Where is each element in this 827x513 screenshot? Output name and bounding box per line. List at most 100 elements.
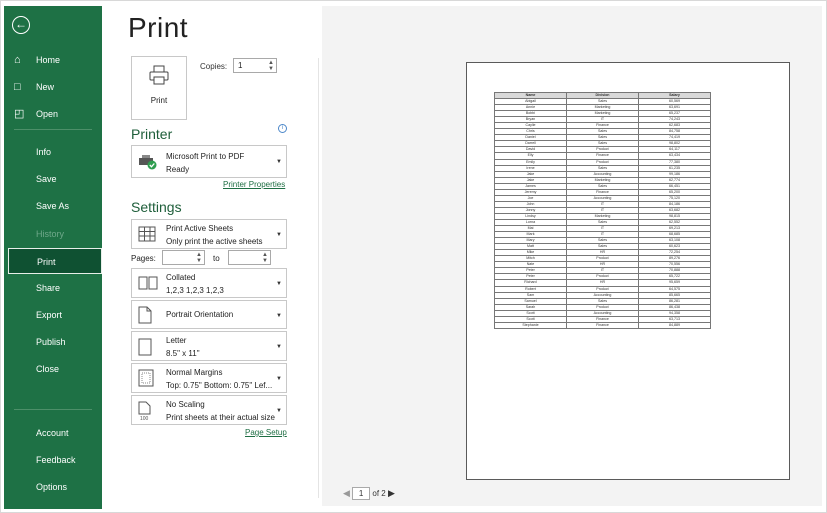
backstage-sidebar: ← ⌂ Home □ New ◰ Open Info Save Save As … (4, 6, 102, 509)
chevron-down-icon: ▼ (276, 281, 282, 287)
pages-from-input[interactable]: ▲ ▼ (162, 250, 205, 265)
current-page-input[interactable]: 1 (352, 487, 371, 500)
margins-label: Normal Margins (166, 368, 223, 377)
table-row: Peter IT 70,888 (494, 267, 711, 275)
sidebar-divider (14, 409, 92, 410)
table-row: Bryan IT 74,243 (494, 116, 711, 124)
preview-page: Name Division Salary Abigail Sales 60,569 A… (466, 62, 790, 480)
sidebar-item-save-as[interactable]: Save As (4, 193, 102, 219)
scaling-desc: Print sheets at their actual size (166, 413, 275, 422)
sidebar-item-new[interactable]: □ New (4, 74, 102, 100)
sidebar-item-label: History (36, 229, 65, 239)
copies-stepper[interactable]: 1 ▲ ▼ (233, 58, 277, 73)
print-what-desc: Only print the active sheets (166, 237, 263, 246)
printer-icon (148, 65, 170, 85)
new-document-icon: □ (14, 81, 21, 93)
margins-dropdown[interactable]: Normal Margins Top: 0.75" Bottom: 0.75" … (131, 363, 287, 393)
table-row: Daniel Sales 74,419 (494, 134, 711, 142)
back-arrow-icon[interactable]: ← (12, 16, 30, 34)
collated-pages-icon (138, 276, 158, 290)
spin-arrows-icon[interactable]: ▲ ▼ (268, 60, 274, 72)
pages-to-input[interactable]: ▲ ▼ (228, 250, 271, 265)
sidebar-item-account[interactable]: Account (4, 420, 102, 446)
paper-size-icon (138, 338, 152, 356)
printer-dropdown[interactable]: Microsoft Print to PDF Ready ▼ (131, 145, 287, 178)
sidebar-item-print[interactable]: Print (8, 248, 102, 274)
table-row: Jake Marketing 62,774 (494, 176, 711, 184)
chevron-down-icon: ▼ (276, 344, 282, 350)
previous-page-icon[interactable]: ◀ (343, 488, 350, 499)
sidebar-item-save[interactable]: Save (4, 166, 102, 192)
collate-desc: 1,2,3 1,2,3 1,2,3 (166, 286, 224, 295)
sidebar-item-open[interactable]: ◰ Open (4, 101, 102, 127)
sidebar-item-label: Export (36, 310, 63, 320)
pages-to-label: to (213, 254, 220, 263)
info-icon[interactable]: i (278, 124, 287, 133)
sidebar-item-label: Home (36, 55, 61, 65)
table-row: Richard HR 95,659 (494, 279, 711, 287)
printer-name: Microsoft Print to PDF (166, 152, 245, 161)
sidebar-item-label: New (36, 82, 55, 92)
sidebar-item-info[interactable]: Info (4, 139, 102, 165)
table-row: Abigail Sales 60,569 (494, 98, 711, 106)
sidebar-item-share[interactable]: Share (4, 275, 102, 301)
sidebar-item-label: Account (36, 428, 69, 438)
chevron-down-icon: ▼ (276, 313, 282, 319)
print-what-dropdown[interactable]: Print Active Sheets Only print the activ… (131, 219, 287, 249)
open-folder-icon: ◰ (14, 108, 25, 120)
next-page-icon[interactable]: ▶ (388, 488, 395, 499)
print-button[interactable]: Print (131, 56, 187, 120)
table-row: Jonny IT 63,682 (494, 206, 711, 214)
sidebar-item-options[interactable]: Options (4, 474, 102, 500)
collate-dropdown[interactable]: Collated 1,2,3 1,2,3 1,2,3 ▼ (131, 268, 287, 298)
printer-status: Ready (166, 165, 190, 174)
table-row: Darrell Sales 98,802 (494, 140, 711, 148)
home-icon: ⌂ (14, 54, 21, 66)
page-setup-link[interactable]: Page Setup (245, 428, 287, 437)
printer-section-title: Printer (131, 126, 173, 142)
table-row: Bobbi Marketing 65,237 (494, 110, 711, 118)
sidebar-item-home[interactable]: ⌂ Home (4, 47, 102, 73)
sidebar-item-close[interactable]: Close (4, 356, 102, 382)
paper-size-dropdown[interactable]: Letter 8.5" x 11" ▼ (131, 331, 287, 361)
collate-label: Collated (166, 273, 196, 282)
panel-divider (318, 58, 319, 498)
chevron-down-icon: ▼ (276, 408, 282, 414)
table-row: Nate HR 70,556 (494, 261, 711, 269)
sidebar-item-label: Feedback (36, 455, 76, 465)
scaling-dropdown[interactable]: 100 No Scaling Print sheets at their act… (131, 395, 287, 425)
table-row: Irene Sales 61,235 (494, 164, 711, 172)
table-row: Stephanie Finance 84,889 (494, 321, 711, 329)
print-what-label: Print Active Sheets (166, 224, 234, 233)
settings-section-title: Settings (131, 199, 182, 215)
print-button-label: Print (150, 96, 168, 105)
table-row: Scott Accounting 94,358 (494, 309, 711, 317)
table-row: Chris Sales 84,758 (494, 128, 711, 136)
table-row: Emily Product 77,380 (494, 158, 711, 166)
sidebar-item-label: Open (36, 109, 59, 119)
printer-ready-icon (139, 155, 157, 170)
page-title: Print (128, 12, 189, 43)
page-count-label: of 2 (372, 489, 386, 498)
portrait-page-icon (138, 306, 152, 324)
printer-properties-link[interactable]: Printer Properties (223, 180, 285, 189)
sidebar-item-export[interactable]: Export (4, 302, 102, 328)
copies-value: 1 (238, 61, 243, 70)
table-row: Mitch Product 89,276 (494, 255, 711, 263)
spin-arrows-icon[interactable]: ▲ ▼ (196, 252, 202, 264)
sidebar-item-label: Share (36, 283, 61, 293)
chevron-down-icon: ▼ (276, 376, 282, 382)
table-row: Robert Product 64,575 (494, 285, 711, 293)
sidebar-item-publish[interactable]: Publish (4, 329, 102, 355)
table-header-row: Name Division Salary (494, 91, 711, 100)
table-row: Caylie Finance 62,683 (494, 122, 711, 130)
orientation-dropdown[interactable]: Portrait Orientation ▼ (131, 300, 287, 329)
table-row: James Sales 66,451 (494, 182, 711, 190)
sidebar-item-label: Save (36, 174, 57, 184)
spin-arrows-icon[interactable]: ▲ ▼ (262, 252, 268, 264)
table-row: David Product 64,117 (494, 146, 711, 154)
chevron-down-icon: ▼ (276, 159, 282, 165)
preview-table: Name Division Salary Abigail Sales 60,569 A… (494, 91, 711, 329)
sidebar-item-feedback[interactable]: Feedback (4, 447, 102, 473)
sidebar-item-label: Save As (36, 201, 70, 211)
